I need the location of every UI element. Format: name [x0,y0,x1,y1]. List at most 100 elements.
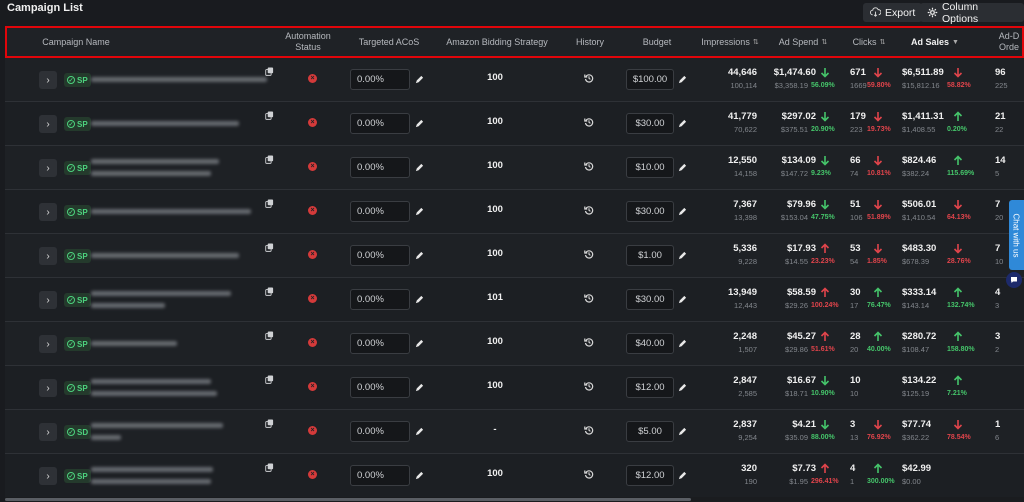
budget-input[interactable]: $100.00 [626,69,674,90]
history-icon[interactable] [584,161,594,171]
copy-icon[interactable] [265,419,274,428]
edit-pencil-icon[interactable] [678,339,687,348]
history-icon[interactable] [584,337,594,347]
sort-icon[interactable]: ⇅ [821,37,827,48]
expand-row-button[interactable]: › [39,247,57,265]
edit-pencil-icon[interactable] [678,427,687,436]
sort-desc-icon[interactable]: ▼ [952,37,959,48]
history-icon[interactable] [584,73,594,83]
campaign-name-redacted[interactable] [91,253,239,258]
campaign-name-redacted[interactable] [91,291,231,296]
campaign-name-redacted[interactable] [91,121,239,126]
expand-row-button[interactable]: › [39,467,57,485]
edit-pencil-icon[interactable] [678,163,687,172]
budget-input[interactable]: $30.00 [626,289,674,310]
edit-pencil-icon[interactable] [678,75,687,84]
targeted-acos-input[interactable]: 0.00% [350,465,410,486]
targeted-acos-input[interactable]: 0.00% [350,245,410,266]
campaign-name-redacted[interactable] [91,303,165,308]
history-icon[interactable] [584,293,594,303]
header-ad-sales[interactable]: Ad Sales ▼ [903,28,967,56]
chat-with-us-tab[interactable]: Chat with us [1009,200,1024,270]
expand-row-button[interactable]: › [39,115,57,133]
budget-input[interactable]: $1.00 [626,245,674,266]
edit-pencil-icon[interactable] [415,251,424,260]
copy-icon[interactable] [265,287,274,296]
copy-icon[interactable] [265,375,274,384]
sort-icon[interactable]: ⇅ [753,37,759,48]
expand-row-button[interactable]: › [39,71,57,89]
campaign-name-redacted[interactable] [91,435,121,440]
edit-pencil-icon[interactable] [415,295,424,304]
campaign-name-redacted[interactable] [91,467,213,472]
scrollbar-thumb[interactable] [5,498,691,501]
chat-bubble-icon[interactable] [1006,272,1022,288]
header-campaign-name[interactable]: Campaign Name [31,28,121,56]
edit-pencil-icon[interactable] [678,119,687,128]
history-icon[interactable] [584,381,594,391]
header-impressions[interactable]: Impressions ⇅ [695,28,765,56]
campaign-name-redacted[interactable] [91,391,217,396]
copy-icon[interactable] [265,243,274,252]
history-icon[interactable] [584,249,594,259]
expand-row-button[interactable]: › [39,291,57,309]
edit-pencil-icon[interactable] [415,427,424,436]
edit-pencil-icon[interactable] [415,207,424,216]
targeted-acos-input[interactable]: 0.00% [350,201,410,222]
campaign-name-redacted[interactable] [91,159,219,164]
budget-input[interactable]: $40.00 [626,333,674,354]
edit-pencil-icon[interactable] [415,339,424,348]
history-icon[interactable] [584,117,594,127]
copy-icon[interactable] [265,331,274,340]
copy-icon[interactable] [265,111,274,120]
budget-input[interactable]: $30.00 [626,113,674,134]
copy-icon[interactable] [265,67,274,76]
sort-icon[interactable]: ⇅ [880,37,886,48]
expand-row-button[interactable]: › [39,335,57,353]
copy-icon[interactable] [265,155,274,164]
edit-pencil-icon[interactable] [678,295,687,304]
campaign-name-redacted[interactable] [91,479,211,484]
edit-pencil-icon[interactable] [415,163,424,172]
targeted-acos-input[interactable]: 0.00% [350,113,410,134]
export-button[interactable]: Export [863,3,923,22]
edit-pencil-icon[interactable] [415,383,424,392]
budget-input[interactable]: $12.00 [626,377,674,398]
targeted-acos-input[interactable]: 0.00% [350,377,410,398]
targeted-acos-input[interactable]: 0.00% [350,157,410,178]
history-icon[interactable] [584,205,594,215]
budget-input[interactable]: $12.00 [626,465,674,486]
edit-pencil-icon[interactable] [415,119,424,128]
expand-row-button[interactable]: › [39,423,57,441]
column-options-button[interactable]: Column Options [920,1,1024,25]
edit-pencil-icon[interactable] [678,251,687,260]
targeted-acos-input[interactable]: 0.00% [350,69,410,90]
campaign-name-redacted[interactable] [91,423,223,428]
history-icon[interactable] [584,469,594,479]
edit-pencil-icon[interactable] [415,471,424,480]
campaign-name-redacted[interactable] [91,209,251,214]
budget-input[interactable]: $10.00 [626,157,674,178]
edit-pencil-icon[interactable] [678,207,687,216]
header-clicks[interactable]: Clicks ⇅ [843,28,895,56]
edit-pencil-icon[interactable] [415,75,424,84]
budget-input[interactable]: $30.00 [626,201,674,222]
campaign-name-redacted[interactable] [91,77,267,82]
budget-input[interactable]: $5.00 [626,421,674,442]
expand-row-button[interactable]: › [39,203,57,221]
horizontal-scrollbar[interactable] [5,497,1024,502]
edit-pencil-icon[interactable] [678,383,687,392]
campaign-name-redacted[interactable] [91,341,177,346]
header-ad-spend[interactable]: Ad Spend ⇅ [771,28,835,56]
targeted-acos-input[interactable]: 0.00% [350,289,410,310]
copy-icon[interactable] [265,199,274,208]
campaign-name-redacted[interactable] [91,379,211,384]
copy-icon[interactable] [265,463,274,472]
expand-row-button[interactable]: › [39,379,57,397]
targeted-acos-input[interactable]: 0.00% [350,421,410,442]
expand-row-button[interactable]: › [39,159,57,177]
edit-pencil-icon[interactable] [678,471,687,480]
history-icon[interactable] [584,425,594,435]
targeted-acos-input[interactable]: 0.00% [350,333,410,354]
campaign-name-redacted[interactable] [91,171,211,176]
